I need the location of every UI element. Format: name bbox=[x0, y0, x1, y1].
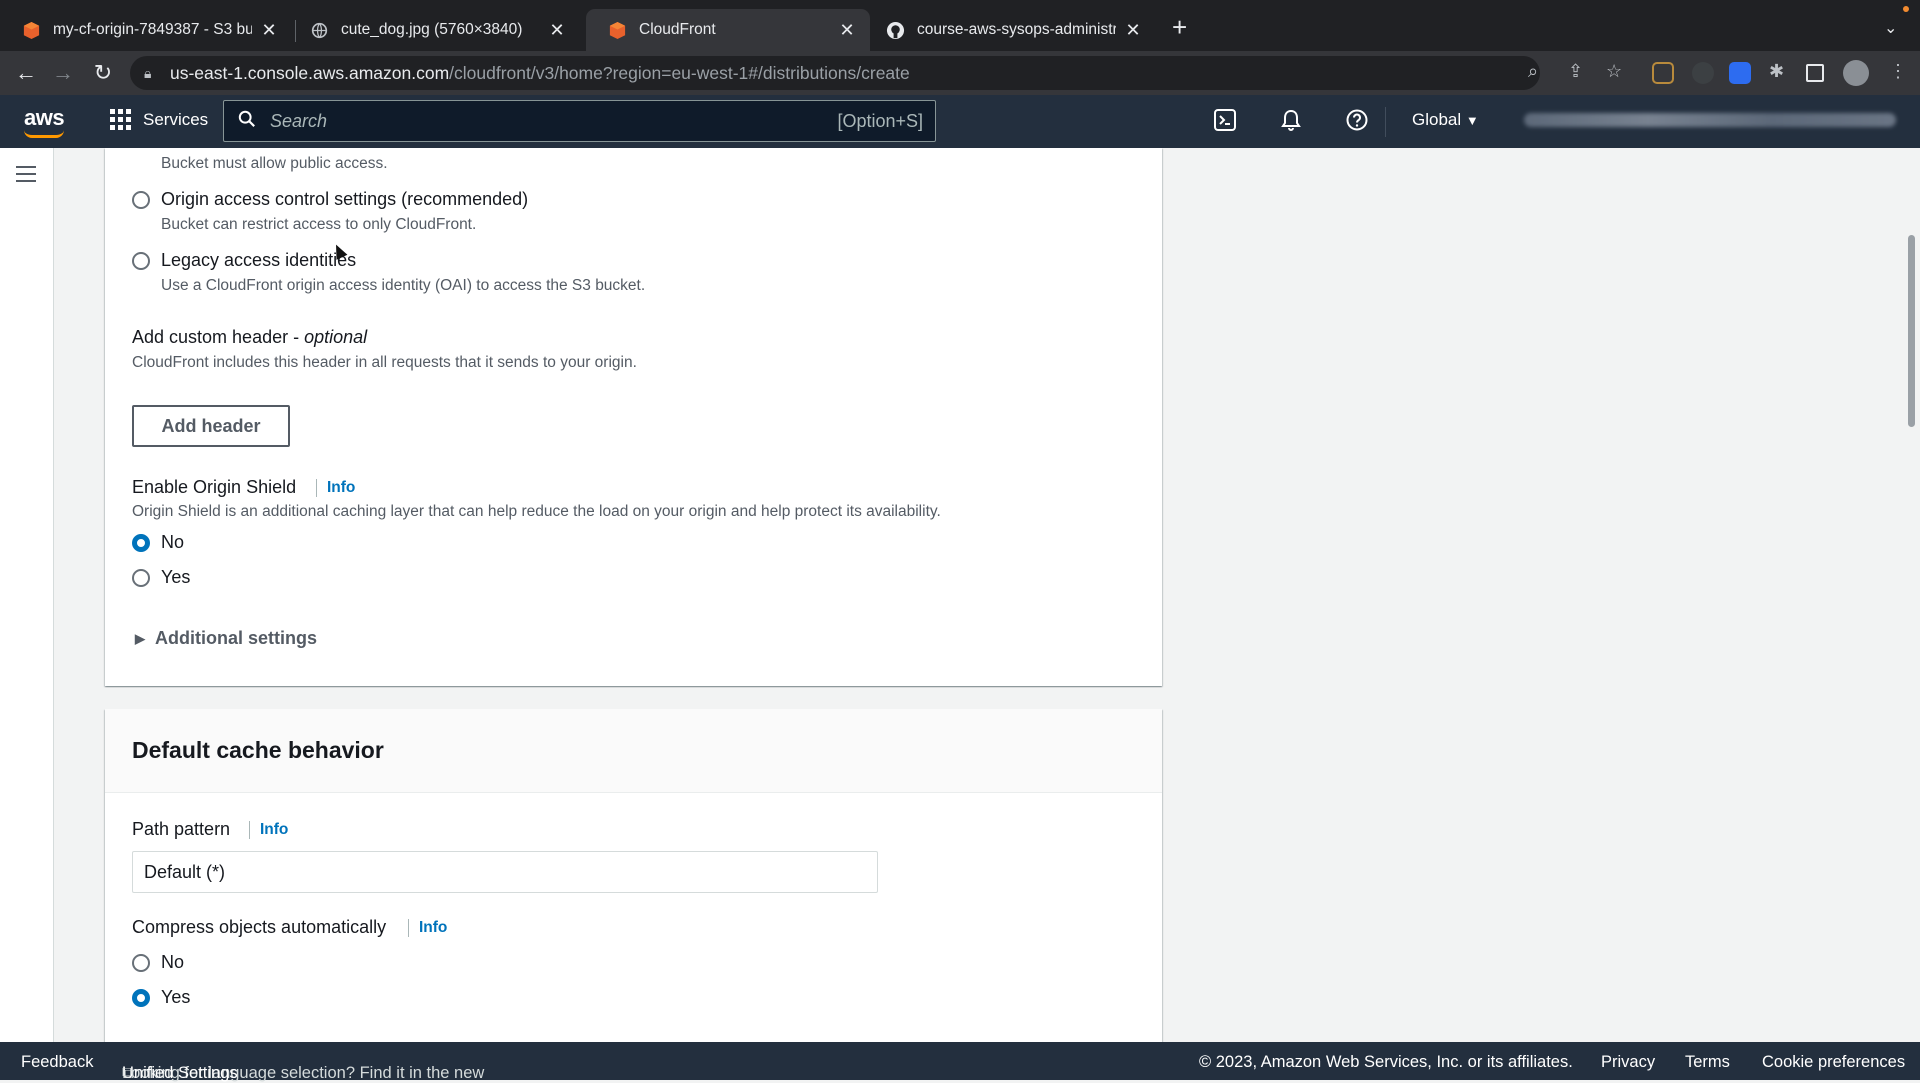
close-icon[interactable]: ✕ bbox=[838, 20, 856, 41]
account-menu[interactable] bbox=[1524, 113, 1896, 127]
zoom-icon[interactable]: ⌕ bbox=[1528, 61, 1538, 82]
puzzle-icon[interactable]: ✱ bbox=[1769, 61, 1784, 82]
tab-title: course-aws-sysops-administr bbox=[917, 21, 1116, 38]
cookie-preferences-link[interactable]: Cookie preferences bbox=[1762, 1053, 1905, 1072]
origin-shield-yes-label[interactable]: Yes bbox=[161, 567, 190, 588]
github-icon bbox=[886, 21, 905, 40]
lock-icon: 🔒︎ bbox=[144, 64, 152, 81]
search-placeholder: Search bbox=[270, 110, 328, 131]
compress-yes-radio[interactable] bbox=[132, 989, 150, 1007]
browser-tab-bar: my-cf-origin-7849387 - S3 bu ✕ cute_dog.… bbox=[0, 0, 1920, 51]
compress-no-radio[interactable] bbox=[132, 954, 150, 972]
console-footer: Feedback Looking for language selection?… bbox=[0, 1042, 1920, 1083]
browser-tab-github[interactable]: course-aws-sysops-administr ✕ bbox=[864, 9, 1156, 51]
copyright-text: © 2023, Amazon Web Services, Inc. or its… bbox=[1199, 1053, 1573, 1071]
additional-settings-toggle[interactable]: ▶ Additional settings bbox=[135, 628, 317, 649]
origin-shield-desc: Origin Shield is an additional caching l… bbox=[132, 503, 941, 520]
browser-tab-s3[interactable]: my-cf-origin-7849387 - S3 bu ✕ bbox=[0, 9, 292, 51]
compress-yes-label[interactable]: Yes bbox=[161, 987, 190, 1008]
tab-title: cute_dog.jpg (5760×3840) bbox=[341, 21, 523, 38]
path-pattern-label: Path pattern bbox=[132, 819, 231, 839]
custom-header-title: Add custom header - optional bbox=[132, 327, 368, 347]
browser-tab-cloudfront[interactable]: CloudFront ✕ bbox=[586, 9, 870, 51]
avatar[interactable] bbox=[1843, 60, 1869, 86]
share-icon[interactable]: ⇪ bbox=[1568, 61, 1583, 82]
search-input[interactable]: Search [Option+S] bbox=[223, 100, 936, 142]
legacy-oai-label[interactable]: Legacy access identities bbox=[161, 250, 356, 271]
help-icon[interactable] bbox=[1346, 109, 1368, 137]
caret-down-icon: ▼ bbox=[1465, 113, 1479, 128]
path-pattern-field[interactable]: Default (*) bbox=[132, 851, 878, 893]
feedback-link[interactable]: Feedback bbox=[21, 1053, 93, 1072]
menu-dots-icon[interactable]: ⋮ bbox=[1889, 61, 1907, 82]
compress-no-label[interactable]: No bbox=[161, 952, 184, 973]
origin-settings-panel: Bucket must allow public access. Origin … bbox=[105, 148, 1162, 686]
browser-tab-image[interactable]: cute_dog.jpg (5760×3840) ✕ bbox=[288, 9, 580, 51]
notification-dot bbox=[1903, 6, 1909, 12]
close-icon[interactable]: ✕ bbox=[1124, 20, 1142, 41]
services-menu[interactable]: Services bbox=[110, 109, 208, 130]
origin-shield-info-link[interactable]: Info bbox=[316, 479, 355, 497]
caret-right-icon: ▶ bbox=[135, 630, 145, 646]
add-header-button[interactable]: Add header bbox=[132, 405, 290, 447]
zoom-extension-icon[interactable] bbox=[1729, 62, 1751, 84]
section-heading: Default cache behavior bbox=[132, 737, 384, 763]
compress-label: Compress objects automatically bbox=[132, 917, 387, 937]
origin-shield-no-label[interactable]: No bbox=[161, 532, 184, 553]
aws-console-header: aws Services Search [Option+S] Global ▼ bbox=[0, 95, 1920, 148]
close-icon[interactable]: ✕ bbox=[260, 20, 278, 41]
region-selector[interactable]: Global ▼ bbox=[1412, 110, 1479, 130]
tab-title: CloudFront bbox=[639, 21, 716, 38]
close-icon[interactable]: ✕ bbox=[548, 20, 566, 41]
divider bbox=[1385, 107, 1386, 137]
chevron-down-icon[interactable]: ⌄ bbox=[1884, 18, 1897, 38]
side-navigation bbox=[0, 148, 54, 1042]
extension-icon[interactable] bbox=[1692, 62, 1714, 84]
default-cache-behavior-panel: Default cache behavior Path pattern Info… bbox=[105, 709, 1162, 1042]
address-bar[interactable]: 🔒︎ us-east-1.console.aws.amazon.com/clou… bbox=[130, 56, 1540, 90]
panel-header: Default cache behavior bbox=[105, 709, 1162, 793]
path-pattern-info-link[interactable]: Info bbox=[249, 821, 288, 839]
page-scrollbar[interactable] bbox=[1908, 235, 1915, 427]
oac-radio[interactable] bbox=[132, 191, 150, 209]
terms-link[interactable]: Terms bbox=[1685, 1053, 1730, 1072]
unified-settings-link[interactable]: Unified Settings bbox=[122, 1064, 238, 1083]
search-icon bbox=[238, 110, 256, 133]
reload-icon[interactable]: ↻ bbox=[89, 59, 117, 87]
back-icon[interactable]: ← bbox=[12, 59, 40, 87]
legacy-oai-radio[interactable] bbox=[132, 252, 150, 270]
aws-cube-icon bbox=[22, 21, 41, 40]
bell-icon[interactable] bbox=[1280, 109, 1302, 137]
browser-toolbar: ← → ↻ 🔒︎ us-east-1.console.aws.amazon.co… bbox=[0, 51, 1920, 95]
services-label: Services bbox=[143, 109, 209, 129]
cloudshell-icon[interactable] bbox=[1214, 109, 1236, 137]
oac-label[interactable]: Origin access control settings (recommen… bbox=[161, 189, 528, 210]
url-host: us-east-1.console.aws.amazon.com bbox=[170, 62, 450, 83]
compress-info-link[interactable]: Info bbox=[408, 919, 447, 937]
grid-icon bbox=[110, 109, 131, 130]
public-access-desc: Bucket must allow public access. bbox=[161, 155, 388, 172]
legacy-oai-desc: Use a CloudFront origin access identity … bbox=[161, 277, 646, 294]
aws-cube-icon bbox=[608, 21, 627, 40]
aws-logo[interactable]: aws bbox=[24, 105, 65, 138]
custom-header-desc: CloudFront includes this header in all r… bbox=[132, 354, 637, 371]
external-link-icon: ⧉ bbox=[122, 1064, 134, 1082]
star-icon[interactable]: ☆ bbox=[1606, 61, 1622, 82]
new-tab-icon[interactable]: + bbox=[1172, 14, 1187, 40]
hamburger-menu-icon[interactable] bbox=[16, 166, 36, 187]
origin-shield-title: Enable Origin Shield bbox=[132, 477, 297, 497]
oac-desc: Bucket can restrict access to only Cloud… bbox=[161, 216, 477, 233]
url-path: /cloudfront/v3/home?region=eu-west-1#/di… bbox=[449, 62, 910, 83]
origin-shield-no-radio[interactable] bbox=[132, 534, 150, 552]
forward-icon[interactable]: → bbox=[49, 59, 77, 87]
search-shortcut: [Option+S] bbox=[837, 110, 923, 131]
globe-icon bbox=[310, 21, 329, 40]
sidepanel-icon[interactable] bbox=[1806, 64, 1824, 82]
origin-shield-yes-radio[interactable] bbox=[132, 569, 150, 587]
privacy-link[interactable]: Privacy bbox=[1601, 1053, 1655, 1072]
tab-title: my-cf-origin-7849387 - S3 bu bbox=[53, 21, 252, 38]
extension-icon[interactable] bbox=[1652, 62, 1674, 84]
